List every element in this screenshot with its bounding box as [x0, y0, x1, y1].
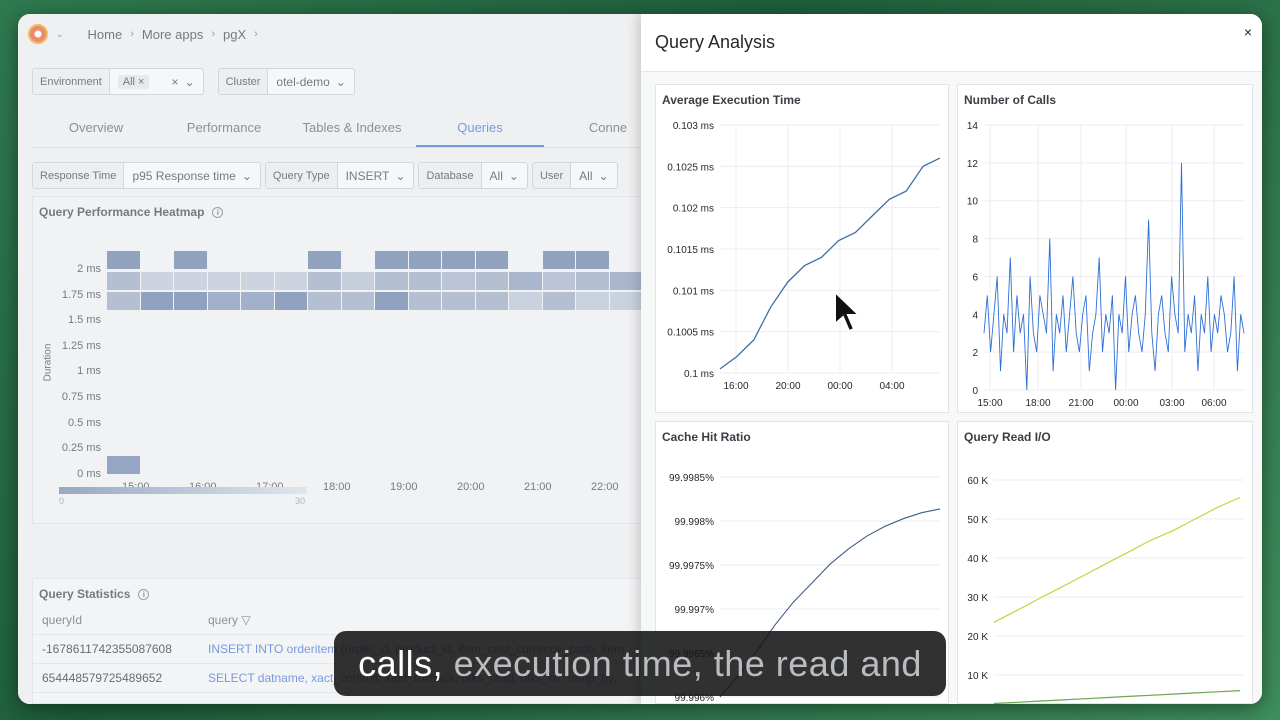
x-tick-label: 20:00 [775, 381, 800, 392]
y-tick-label: 8 [972, 235, 978, 246]
close-icon[interactable]: × [1244, 24, 1252, 40]
y-tick-label: 0.1 ms [684, 369, 714, 380]
x-tick-label: 06:00 [1201, 398, 1226, 409]
y-tick-label: 4 [972, 310, 978, 321]
y-tick-label: 0 [972, 386, 978, 397]
y-tick-label: 50 K [967, 515, 988, 526]
y-tick-label: 99.997% [675, 605, 715, 616]
x-tick-label: 03:00 [1159, 398, 1184, 409]
calls-panel: Number of Calls 14 12 10 8 6 4 2 0 15:00 18:00 21:… [957, 84, 1253, 413]
y-tick-label: 40 K [967, 554, 988, 565]
y-tick-label: 99.998% [675, 517, 715, 528]
y-tick-label: 0.102 ms [673, 204, 714, 215]
y-tick-label: 14 [967, 121, 979, 132]
avg-exec-time-panel: Average Execution Time 0.103 ms 0.1025 ms… [655, 84, 949, 413]
y-tick-label: 0.1015 ms [667, 245, 714, 256]
x-tick-label: 00:00 [1113, 398, 1138, 409]
y-tick-label: 99.9985% [669, 473, 714, 484]
y-tick-label: 10 K [967, 671, 988, 682]
series-line [993, 496, 1241, 623]
y-tick-label: 2 [972, 348, 978, 359]
x-tick-label: 04:00 [879, 381, 904, 392]
x-tick-label: 21:00 [1068, 398, 1093, 409]
avg-exec-time-title: Average Execution Time [662, 93, 801, 107]
x-tick-label: 16:00 [723, 381, 748, 392]
calls-chart: 14 12 10 8 6 4 2 015:00 18:00 21:00 00:00 03:00 06:0… [967, 121, 1245, 409]
drawer-title: Query Analysis [655, 32, 776, 52]
avg-exec-time-chart: 0.103 ms 0.1025 ms 0.102 ms 0.1015 ms 0.101 … [667, 121, 941, 392]
y-tick-label: 0.103 ms [673, 121, 714, 132]
subtitle-highlight: calls, [358, 642, 444, 684]
app-window: ⌄ Home › More apps › pgX › Environment A… [18, 14, 1262, 704]
x-tick-label: 15:00 [977, 398, 1002, 409]
series-line [719, 157, 941, 370]
read-io-panel: Query Read I/O 60 K50 K40 K30 K20 K10 K0 [957, 421, 1253, 704]
subtitle-rest: execution time, the read and [453, 642, 922, 684]
read-io-chart: 60 K50 K40 K30 K20 K10 K0 [967, 476, 1244, 704]
y-tick-label: 30 K [967, 593, 988, 604]
mouse-cursor-icon [834, 290, 861, 333]
y-tick-label: 60 K [967, 476, 988, 487]
cache-hit-title: Cache Hit Ratio [662, 430, 751, 444]
y-tick-label: 0.1005 ms [667, 328, 714, 339]
read-io-title: Query Read I/O [964, 430, 1051, 444]
y-tick-label: 99.9975% [669, 561, 714, 572]
y-tick-label: 10 [967, 197, 979, 208]
x-tick-label: 00:00 [827, 381, 852, 392]
calls-title: Number of Calls [964, 93, 1057, 107]
y-tick-label: 12 [967, 159, 979, 170]
y-tick-label: 6 [972, 272, 978, 283]
y-tick-label: 20 K [967, 632, 988, 643]
query-analysis-drawer: Query Analysis × Average Execution Time … [641, 14, 1262, 704]
drawer-header: Query Analysis [641, 14, 1262, 72]
y-tick-label: 0.1025 ms [667, 162, 714, 173]
drawer-backdrop[interactable] [18, 14, 641, 704]
x-tick-label: 18:00 [1025, 398, 1050, 409]
series-line [993, 690, 1241, 704]
video-subtitle: calls, execution time, the read and [334, 631, 946, 696]
y-tick-label: 0.101 ms [673, 286, 714, 297]
